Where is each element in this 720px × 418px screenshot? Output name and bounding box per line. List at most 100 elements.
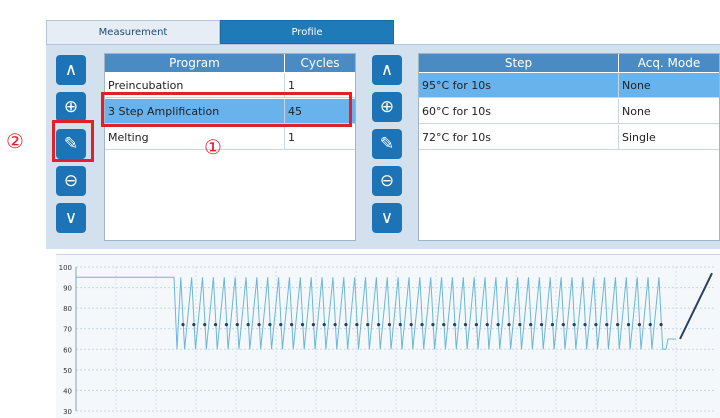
tab-measurement[interactable]: Measurement — [46, 20, 220, 44]
table-row-selected[interactable]: 95°C for 10s None — [419, 73, 719, 98]
minus-icon: ⊖ — [379, 171, 395, 191]
temperature-curve — [76, 276, 676, 350]
step-move-down-button[interactable]: ∨ — [372, 203, 402, 233]
remove-program-button[interactable]: ⊖ — [56, 166, 86, 196]
minus-icon: ⊖ — [63, 171, 79, 191]
acquisition-marker — [398, 323, 402, 327]
acq-mode-cell: None — [622, 105, 651, 118]
acquisition-marker — [442, 323, 446, 327]
acquisition-marker — [616, 323, 620, 327]
add-step-button[interactable]: ⊕ — [372, 92, 402, 122]
y-tick-label: 40 — [63, 387, 72, 395]
temperature-profile-chart: 100 90 80 70 60 50 40 30 — [56, 254, 720, 418]
acquisition-marker — [637, 323, 641, 327]
acquisition-marker — [463, 323, 468, 327]
acquisition-marker — [518, 323, 522, 327]
add-program-button[interactable]: ⊕ — [56, 92, 86, 122]
acquisition-marker — [409, 323, 413, 327]
acquisition-marker — [550, 323, 555, 327]
program-name-cell: Melting — [105, 125, 285, 150]
highlight-box-edit-button — [52, 120, 94, 162]
tab-bar: Measurement Profile — [46, 20, 394, 44]
acquisition-marker — [659, 323, 663, 327]
acquisition-marker — [583, 323, 587, 327]
acquisition-marker — [290, 323, 294, 327]
pencil-icon: ✎ — [379, 134, 395, 154]
y-tick-label: 100 — [59, 264, 72, 272]
acquisition-marker — [496, 323, 500, 327]
step-column-header[interactable]: Step — [419, 54, 619, 72]
remove-step-button[interactable]: ⊖ — [372, 166, 402, 196]
acquisition-marker — [594, 323, 598, 327]
callout-two: ② — [6, 129, 24, 153]
acquisition-marker — [355, 323, 359, 327]
cycles-column-header[interactable]: Cycles — [285, 54, 355, 72]
acquisition-marker — [507, 323, 511, 327]
acquisition-marker — [453, 323, 457, 327]
acquisition-marker — [333, 323, 337, 327]
program-panel: ∧ ⊕ ✎ ⊖ ∨ Program Cycles Preincubation 1… — [46, 44, 720, 249]
acquisition-marker — [192, 323, 196, 327]
step-button-column: ∧ ⊕ ✎ ⊖ ∨ — [372, 55, 402, 235]
edit-step-button[interactable]: ✎ — [372, 129, 402, 159]
acquisition-marker — [648, 323, 652, 327]
acquisition-marker — [344, 323, 348, 327]
chevron-up-icon: ∧ — [64, 60, 78, 80]
acquisition-marker — [431, 323, 435, 327]
cycles-cell: 1 — [288, 131, 295, 144]
acquisition-marker — [529, 323, 533, 327]
acquisition-marker — [246, 323, 250, 327]
acquisition-marker — [268, 323, 272, 327]
acquisition-marker — [257, 323, 261, 327]
acquisition-marker — [485, 323, 489, 327]
y-tick-label: 80 — [63, 305, 72, 313]
y-tick-label: 60 — [63, 346, 72, 354]
acquisition-marker — [420, 323, 424, 327]
step-cell: 95°C for 10s — [419, 73, 619, 98]
acquisition-marker — [539, 323, 544, 327]
step-move-up-button[interactable]: ∧ — [372, 55, 402, 85]
chart-svg: 100 90 80 70 60 50 40 30 — [59, 264, 716, 416]
acquisition-marker — [224, 323, 229, 327]
y-tick-label: 70 — [63, 326, 72, 334]
y-tick-label: 30 — [63, 408, 72, 416]
tab-profile[interactable]: Profile — [220, 20, 394, 44]
chevron-up-icon: ∧ — [380, 60, 394, 80]
chevron-down-icon: ∨ — [380, 208, 394, 228]
program-table-header: Program Cycles — [105, 54, 355, 72]
acq-mode-column-header[interactable]: Acq. Mode — [619, 54, 719, 72]
acquisition-marker — [213, 323, 218, 327]
acquisition-marker — [561, 323, 565, 327]
table-row[interactable]: 60°C for 10s None — [419, 99, 719, 124]
y-tick-label: 90 — [63, 285, 72, 293]
acq-mode-cell: Single — [622, 131, 656, 144]
acquisition-marker — [311, 323, 315, 327]
acquisition-marker — [376, 323, 381, 327]
chevron-down-icon: ∨ — [64, 208, 78, 228]
acquisition-marker — [203, 323, 207, 327]
step-cell: 72°C for 10s — [419, 125, 619, 150]
plus-icon: ⊕ — [63, 97, 79, 117]
table-row[interactable]: 72°C for 10s Single — [419, 125, 719, 150]
table-row[interactable]: Melting 1 — [105, 125, 355, 150]
acquisition-marker — [322, 323, 326, 327]
acquisition-marker — [474, 323, 478, 327]
program-table: Program Cycles Preincubation 1 3 Step Am… — [104, 53, 356, 241]
callout-one: ① — [204, 135, 222, 159]
move-up-button[interactable]: ∧ — [56, 55, 86, 85]
acquisition-marker — [181, 323, 185, 327]
plus-icon: ⊕ — [379, 97, 395, 117]
move-down-button[interactable]: ∨ — [56, 203, 86, 233]
acquisition-marker — [387, 323, 392, 327]
acquisition-marker — [300, 323, 305, 327]
acquisition-marker — [626, 323, 631, 327]
acquisition-marker — [235, 323, 239, 327]
program-column-header[interactable]: Program — [105, 54, 285, 72]
highlight-box-program-row — [101, 92, 352, 127]
step-table-header: Step Acq. Mode — [419, 54, 719, 72]
y-tick-label: 50 — [63, 367, 72, 375]
acquisition-marker — [366, 323, 370, 327]
step-table: Step Acq. Mode 95°C for 10s None 60°C fo… — [418, 53, 720, 241]
acquisition-marker — [572, 323, 576, 327]
step-cell: 60°C for 10s — [419, 99, 619, 124]
